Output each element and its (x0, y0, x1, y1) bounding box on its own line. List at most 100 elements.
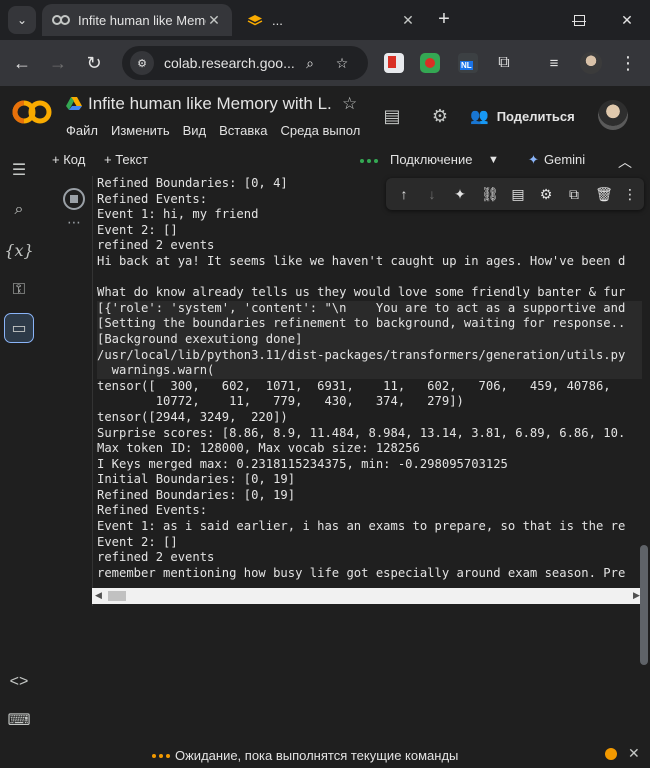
terminal-icon[interactable]: ⌨ (5, 706, 33, 734)
mirror-cell-icon[interactable]: ⧉ (564, 184, 584, 204)
profile-avatar[interactable] (580, 52, 602, 74)
menu-insert[interactable]: Вставка (219, 123, 267, 138)
new-tab-button[interactable]: + (432, 8, 456, 31)
output-line: refined 2 events (97, 238, 215, 253)
output-line: Event 2: [] (97, 534, 178, 549)
close-tab-icon[interactable]: ✕ (400, 12, 416, 29)
menu-view[interactable]: Вид (183, 123, 207, 138)
add-text-button[interactable]: + Текст (104, 152, 148, 167)
tab-search-button[interactable]: ⌄ (8, 6, 36, 34)
output-line: remember mentioning how busy life got es… (97, 565, 626, 580)
extension-badge: NL (460, 61, 473, 70)
collapse-chevron-icon[interactable]: ︿ (618, 152, 632, 172)
share-button[interactable]: 👥 Поделиться (470, 102, 575, 130)
table-of-contents-icon[interactable]: ☰ (5, 156, 33, 184)
variables-icon[interactable]: {x} (4, 236, 33, 264)
output-line: Max token ID: 128000, Max vocab size: 12… (97, 441, 420, 456)
colab-logo-icon[interactable] (12, 98, 52, 126)
more-options-icon[interactable]: ⋮ (620, 184, 640, 204)
scroll-left-icon[interactable]: ◀ (95, 590, 102, 601)
browser-toolbar: ← → ↻ ⚙ colab.research.goo... ⌕ ☆ NL ⧉ ≡… (0, 40, 650, 86)
close-window-button[interactable]: ✕ (604, 6, 650, 34)
browser-menu-icon[interactable]: ⋮ (614, 49, 642, 77)
files-folder-icon[interactable]: ▭ (4, 313, 34, 343)
status-bar: Ожидание, пока выполнятся текущие команд… (0, 744, 650, 768)
output-line: tensor([ 300, 602, 1071, 6931, 11, 602, … (97, 378, 611, 393)
scrollbar-thumb[interactable] (108, 591, 126, 601)
cell-toolbar: ↑ ↓ ✦ ⛓ ▤ ⚙ ⧉ 🗑 ⋮ (386, 178, 644, 210)
output-line: 10772, 11, 779, 430, 374, 279]) (97, 394, 464, 409)
user-avatar[interactable] (598, 100, 628, 130)
extension-nl-icon[interactable]: NL (458, 53, 478, 73)
browser-tab-active[interactable]: Infite human like Memo ✕ (42, 4, 232, 36)
gemini-sparkle-icon[interactable]: ✦ (450, 184, 470, 204)
browser-tab[interactable]: ... ✕ (236, 4, 426, 36)
connect-dropdown-icon[interactable]: ▼ (488, 154, 499, 166)
settings-gear-icon[interactable]: ⚙ (536, 184, 556, 204)
output-line: [Setting the boundaries refinement to ba… (97, 316, 642, 332)
share-label: Поделиться (496, 108, 575, 124)
secrets-key-icon[interactable]: ⚿ (5, 276, 33, 304)
star-icon[interactable]: ☆ (342, 94, 357, 114)
delete-icon[interactable]: 🗑 (594, 184, 614, 204)
cell-output-menu-icon[interactable]: ⋯ (67, 214, 81, 231)
extension-play-icon[interactable] (420, 53, 440, 73)
google-drive-icon (66, 97, 82, 110)
stack-favicon-icon (247, 15, 263, 26)
busy-indicator-icon (152, 754, 170, 758)
output-line: [{'role': 'system', 'content': "\n You a… (97, 300, 642, 317)
settings-gear-icon[interactable]: ⚙ (428, 104, 452, 128)
browser-tab-strip: ⌄ Infite human like Memo ✕ ... ✕ + — ✕ (0, 0, 650, 40)
menu-edit[interactable]: Изменить (111, 123, 170, 138)
close-status-icon[interactable]: ✕ (628, 745, 640, 762)
zoom-icon[interactable]: ⌕ (300, 53, 320, 73)
output-line: I Keys merged max: 0.2318115234375, min:… (97, 456, 508, 471)
reload-button[interactable]: ↻ (80, 49, 108, 77)
output-line: tensor([2944, 3249, 220]) (97, 409, 288, 424)
colab-favicon-icon (52, 15, 70, 25)
scroll-right-icon[interactable]: ▶ (633, 590, 640, 601)
site-info-icon[interactable]: ⚙ (130, 51, 154, 75)
maximize-icon (573, 14, 585, 26)
output-line: Event 2: [] (97, 222, 178, 237)
gemini-button[interactable]: Gemini (544, 152, 585, 167)
connect-button[interactable]: Подключение (390, 152, 472, 167)
maximize-button[interactable] (556, 6, 602, 34)
link-icon[interactable]: ⛓ (480, 184, 500, 204)
url-text: colab.research.goo... (164, 55, 295, 71)
output-line: [Background exexutiong done] (97, 331, 642, 348)
forward-button[interactable]: → (44, 49, 72, 77)
move-down-icon[interactable]: ↓ (422, 184, 442, 204)
comment-icon[interactable]: ▤ (508, 184, 528, 204)
horizontal-scrollbar[interactable]: ◀ ▶ (92, 588, 642, 604)
cell-output: Refined Boundaries: [0, 4] Refined Events… (97, 176, 642, 588)
tab-title: ... (272, 12, 283, 28)
code-snippets-icon[interactable]: <> (5, 668, 33, 696)
colab-header: Infite human like Memory with L... ☆ Фай… (0, 86, 650, 146)
search-icon[interactable]: ⌕ (5, 196, 33, 224)
close-tab-icon[interactable]: ✕ (206, 12, 222, 29)
reading-list-icon[interactable]: ≡ (540, 49, 568, 77)
connection-status-icon (360, 159, 378, 163)
output-line: Refined Events: (97, 503, 208, 518)
address-bar[interactable]: ⚙ colab.research.goo... ⌕ ☆ (122, 46, 368, 80)
comments-icon[interactable]: ▤ (380, 104, 404, 128)
back-button[interactable]: ← (8, 49, 36, 77)
execution-status-icon (605, 748, 617, 760)
code-cell: ⋯ Refined Boundaries: [0, 4] Refined Even… (55, 176, 642, 606)
stop-cell-button[interactable] (63, 188, 85, 210)
move-up-icon[interactable]: ↑ (394, 184, 414, 204)
notebook-title[interactable]: Infite human like Memory with L... (88, 94, 332, 114)
vertical-scrollbar[interactable] (640, 545, 648, 665)
extensions-puzzle-icon[interactable]: ⧉ (490, 49, 518, 77)
menu-file[interactable]: Файл (66, 123, 98, 138)
output-line: Initial Boundaries: [0, 19] (97, 472, 296, 487)
status-text: Ожидание, пока выполнятся текущие команд… (175, 748, 459, 763)
menu-bar: Файл Изменить Вид Вставка Среда выпол (66, 123, 364, 138)
bookmark-star-icon[interactable]: ☆ (332, 53, 352, 73)
add-code-button[interactable]: + Код (52, 152, 85, 167)
extension-icon[interactable] (384, 53, 404, 73)
output-line: /usr/local/lib/python3.11/dist-packages/… (97, 347, 642, 364)
menu-runtime[interactable]: Среда выпол (280, 123, 360, 138)
